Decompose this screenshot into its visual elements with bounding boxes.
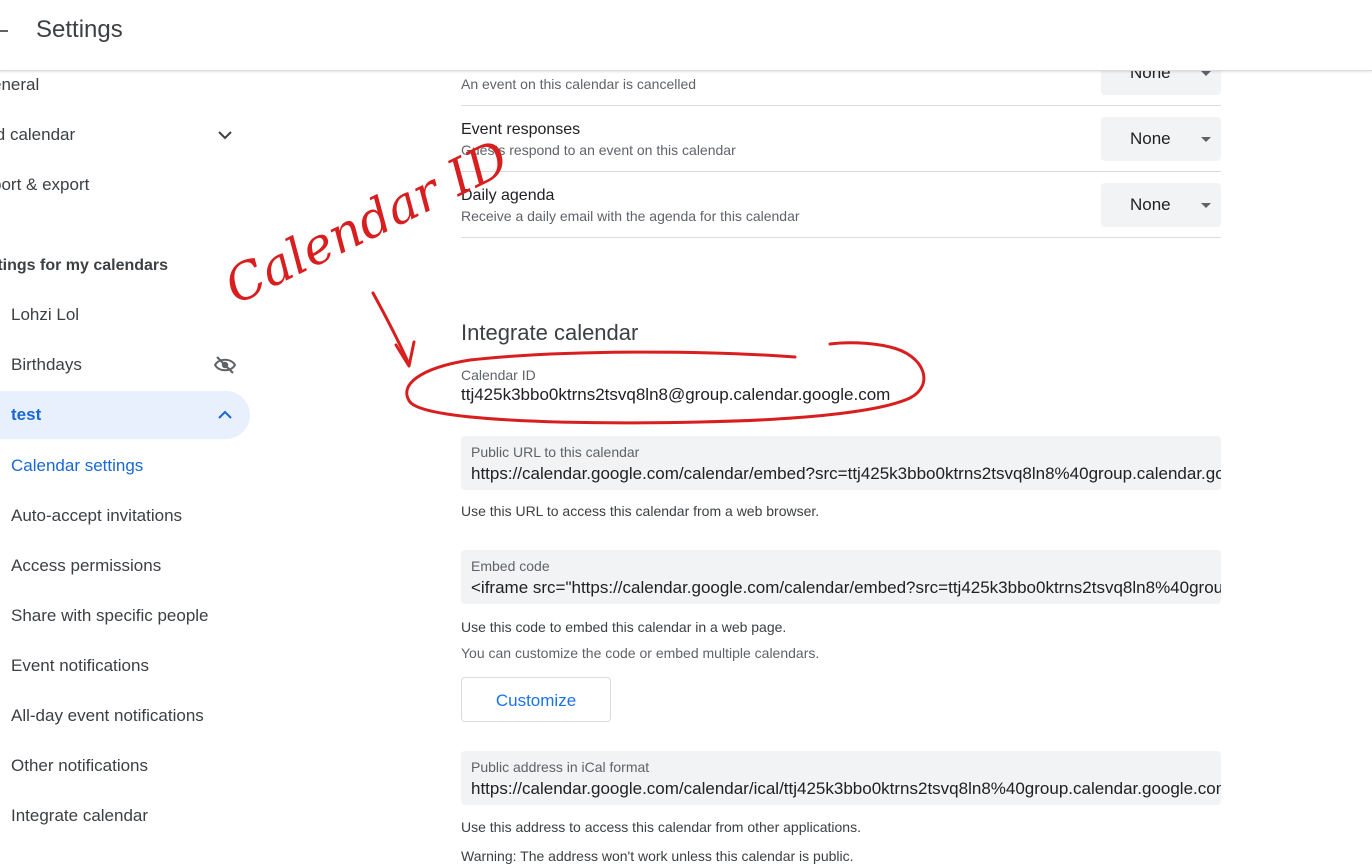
sidebar-item-label: All-day event notifications (11, 706, 204, 725)
sidebar-item-other-notifications[interactable]: Other notifications (0, 742, 250, 790)
sidebar-item-event-notifications[interactable]: Event notifications (0, 642, 250, 690)
sidebar-item-label: Lohzi Lol (11, 305, 80, 324)
sidebar: eneral ld calendar port & export ttings … (0, 71, 260, 856)
calendar-id-value[interactable]: ttj425k3bbo0ktrns2tsvq8ln8@group.calenda… (461, 385, 890, 405)
sidebar-calendar-birthdays[interactable]: Birthdays (0, 341, 250, 389)
ical-help: Use this address to access this calendar… (461, 819, 861, 835)
sidebar-item-label: port & export (0, 175, 90, 194)
sidebar-item-access-permissions[interactable]: Access permissions (0, 542, 250, 590)
row-subtitle: Receive a daily email with the agenda fo… (461, 208, 800, 224)
sidebar-item-label: Calendar settings (11, 456, 144, 475)
select-value: None (1130, 195, 1171, 214)
sidebar-calendar-test[interactable]: test (0, 391, 250, 439)
notification-row-daily-agenda: Daily agenda Receive a daily email with … (461, 172, 1221, 238)
sidebar-item-integrate-calendar[interactable]: Integrate calendar (0, 792, 250, 840)
annotation-arrow (371, 291, 410, 364)
visibility-off-icon[interactable] (214, 355, 236, 375)
sidebar-item-label: Access permissions (11, 556, 162, 575)
row-title: Daily agenda (461, 187, 555, 204)
notification-select-event-responses[interactable]: None (1101, 117, 1221, 161)
sidebar-item-label: Other notifications (11, 756, 149, 775)
sidebar-item-label: Event notifications (11, 656, 149, 675)
customize-button[interactable]: Customize (461, 677, 611, 722)
app-header: Settings (0, 0, 1372, 71)
select-value: None (1130, 129, 1171, 148)
public-url-help: Use this URL to access this calendar fro… (461, 503, 820, 519)
sidebar-item-calendar-settings[interactable]: Calendar settings (0, 442, 250, 490)
caret-down-icon (1201, 137, 1211, 142)
row-title: Event responses (461, 121, 581, 138)
sidebar-item-label: Birthdays (11, 355, 82, 374)
page-title: Settings (36, 16, 123, 43)
chevron-down-icon (218, 131, 232, 140)
field-label: Embed code (471, 558, 550, 574)
notification-row-event-responses: Event responses Guests respond to an eve… (461, 106, 1221, 172)
calendar-id-label: Calendar ID (461, 367, 536, 383)
chevron-up-icon (218, 410, 232, 419)
ical-warning: Warning: The address won't work unless t… (461, 848, 854, 864)
row-subtitle: Guests respond to an event on this calen… (461, 142, 736, 158)
sidebar-item-label: Auto-accept invitations (11, 506, 183, 525)
sidebar-section-heading: ttings for my calendars (0, 257, 169, 274)
field-label: Public address in iCal format (471, 759, 650, 775)
back-arrow-icon[interactable] (0, 30, 8, 32)
integrate-section-title: Integrate calendar (461, 320, 639, 345)
ical-address-value[interactable]: https://calendar.google.com/calendar/ica… (471, 779, 1221, 799)
embed-help-secondary: You can customize the code or embed mult… (461, 645, 820, 661)
sidebar-item-add-calendar[interactable]: ld calendar (0, 111, 250, 159)
sidebar-item-share-people[interactable]: Share with specific people (0, 592, 250, 640)
sidebar-calendar-lohzi-lol[interactable]: Lohzi Lol (0, 291, 250, 339)
caret-down-icon (1201, 203, 1211, 208)
sidebar-item-auto-accept[interactable]: Auto-accept invitations (0, 492, 250, 540)
sidebar-item-label: Integrate calendar (11, 806, 149, 825)
embed-code-field[interactable]: Embed code <iframe src="https://calendar… (461, 550, 1221, 604)
row-subtitle: An event on this calendar is cancelled (461, 76, 697, 92)
sidebar-item-label: ld calendar (0, 125, 76, 144)
public-url-value[interactable]: https://calendar.google.com/calendar/emb… (471, 464, 1221, 484)
public-url-field[interactable]: Public URL to this calendar https://cale… (461, 436, 1221, 490)
caret-down-icon (1201, 71, 1211, 76)
field-label: Public URL to this calendar (471, 444, 640, 460)
sidebar-item-label: Share with specific people (11, 606, 209, 625)
sidebar-item-label: test (11, 405, 42, 424)
embed-help: Use this code to embed this calendar in … (461, 619, 787, 635)
annotation-arrowhead (394, 340, 416, 368)
embed-code-value[interactable]: <iframe src="https://calendar.google.com… (471, 578, 1221, 598)
sidebar-item-all-day-notifications[interactable]: All-day event notifications (0, 692, 250, 740)
ical-address-field[interactable]: Public address in iCal format https://ca… (461, 751, 1221, 805)
notification-select-daily-agenda[interactable]: None (1101, 183, 1221, 227)
sidebar-item-import-export[interactable]: port & export (0, 161, 250, 209)
